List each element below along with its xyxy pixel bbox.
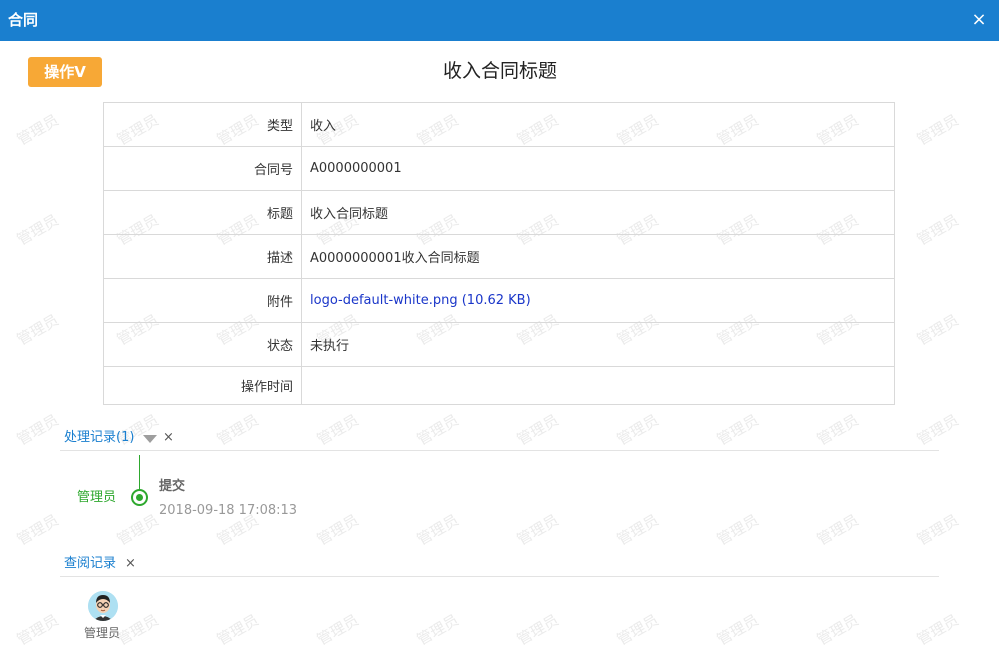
table-row: 标题 收入合同标题 <box>103 190 895 235</box>
field-label: 描述 <box>103 234 302 279</box>
page-title: 收入合同标题 <box>442 60 557 82</box>
contract-detail-panel: 操作V 收入合同标题 类型 收入 合同号 A0000000001 标题 收入合同… <box>0 41 999 655</box>
field-value: A0000000001收入合同标题 <box>301 234 895 279</box>
timeline-time: 2018-09-18 17:08:13 <box>159 503 298 518</box>
timeline-dot-icon <box>131 489 148 506</box>
user-avatar-icon <box>88 591 118 621</box>
viewer-name: 管理员 <box>84 626 121 640</box>
process-log-header: 处理记录(1) × <box>60 427 939 451</box>
field-value: logo-default-white.png (10.62 KB) <box>301 278 895 323</box>
table-row: 状态 未执行 <box>103 322 895 367</box>
field-value: 未执行 <box>301 322 895 367</box>
field-value: 收入合同标题 <box>301 190 895 235</box>
table-row: 类型 收入 <box>103 102 895 147</box>
field-label: 状态 <box>103 322 302 367</box>
field-value <box>301 366 895 405</box>
process-log-title[interactable]: 处理记录(1) <box>64 429 134 447</box>
field-label: 标题 <box>103 190 302 235</box>
table-row: 描述 A0000000001收入合同标题 <box>103 234 895 279</box>
contract-info-table: 类型 收入 合同号 A0000000001 标题 收入合同标题 描述 A0000… <box>103 102 895 405</box>
operation-button[interactable]: 操作V <box>28 57 102 87</box>
window-titlebar: 合同 × <box>0 0 999 41</box>
field-value: A0000000001 <box>301 146 895 191</box>
chevron-down-icon[interactable] <box>143 435 157 443</box>
close-icon[interactable]: × <box>125 555 136 573</box>
close-icon[interactable]: × <box>969 9 989 31</box>
field-label: 类型 <box>103 102 302 147</box>
timeline-action: 提交 <box>159 479 186 494</box>
view-log-title[interactable]: 查阅记录 <box>64 555 116 573</box>
table-row: 合同号 A0000000001 <box>103 146 895 191</box>
field-label: 合同号 <box>103 146 302 191</box>
close-icon[interactable]: × <box>163 429 174 447</box>
field-label: 操作时间 <box>103 366 302 405</box>
table-row: 附件 logo-default-white.png (10.62 KB) <box>103 278 895 323</box>
timeline-user: 管理员 <box>77 490 117 505</box>
view-log-header: 查阅记录 × <box>60 553 939 577</box>
attachment-link[interactable]: logo-default-white.png (10.62 KB) <box>310 293 531 308</box>
window-title: 合同 <box>8 11 39 29</box>
field-value: 收入 <box>301 102 895 147</box>
table-row: 操作时间 <box>103 366 895 405</box>
field-label: 附件 <box>103 278 302 323</box>
